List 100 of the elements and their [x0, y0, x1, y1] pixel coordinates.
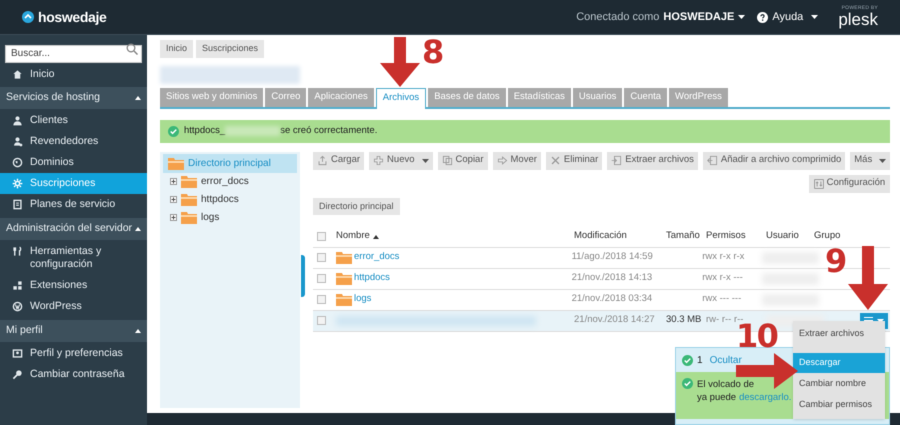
table-cell-text: 11/ago./2018 14:59 — [572, 250, 654, 264]
check-circle-icon — [682, 378, 693, 389]
wordpress-icon — [12, 301, 23, 312]
column-header[interactable]: Nombre — [336, 229, 574, 244]
menu-item[interactable]: Cambiar nombre — [793, 374, 885, 394]
hide-link[interactable]: Ocultar — [710, 352, 742, 368]
key-icon — [12, 369, 23, 380]
arrow-icon — [496, 155, 508, 166]
checkbox[interactable] — [317, 274, 326, 283]
globe-icon — [12, 157, 23, 168]
annotation-arrow-icon — [380, 37, 420, 87]
check-circle-icon — [168, 126, 179, 136]
sort-arrow-icon — [372, 234, 379, 238]
notification-count: 1 — [697, 354, 703, 368]
sidebar-item[interactable]: Clientes — [0, 110, 147, 131]
connected-label: Conectado como — [576, 10, 660, 25]
table-row[interactable]: logs 21/nov./2018 03:34 rwx --- --- — [313, 290, 821, 310]
person-icon — [12, 115, 23, 126]
id-card-icon — [12, 348, 23, 359]
table-cell-text: rwx r-x r-x — [702, 250, 746, 264]
settings-icon — [814, 178, 824, 188]
tree-item[interactable]: error_docs — [181, 174, 249, 189]
sidebar-item[interactable]: Extensiones — [0, 275, 147, 296]
annotation-number: 9 — [825, 246, 846, 276]
toolbar-button[interactable]: Más — [850, 152, 890, 170]
blocks-icon — [12, 280, 23, 291]
folder-link[interactable]: logs — [354, 292, 372, 307]
gear-icon — [12, 178, 23, 189]
tree-item[interactable]: logs — [181, 210, 220, 225]
toolbar-button[interactable]: Mover — [492, 152, 541, 170]
panel-collapse-handle[interactable] — [301, 254, 305, 296]
folder-link[interactable]: httpdocs — [354, 271, 390, 286]
annotation-arrow-icon — [848, 246, 888, 310]
tree-item[interactable]: httpdocs — [181, 192, 239, 207]
toolbar-button[interactable]: Eliminar — [546, 152, 602, 170]
sidebar-section-header[interactable]: Administración del servidor — [0, 218, 147, 240]
notification-text: ya puede — [697, 391, 736, 404]
toolbar-button[interactable]: Añadir a archivo comprimido — [702, 152, 846, 170]
copy-icon — [442, 155, 453, 166]
folder-icon — [181, 211, 197, 224]
caret-icon — [811, 15, 818, 19]
table-row[interactable]: error_docs 11/ago./2018 14:59 rwx r-x r-x — [313, 248, 821, 268]
table-cell-text: rwx --- --- — [702, 292, 742, 306]
notification-text: El volcado de — [697, 378, 756, 391]
blurred-name — [225, 126, 280, 136]
toolbar-button[interactable]: Cargar — [313, 152, 364, 170]
breadcrumb-link[interactable]: Suscripciones — [196, 40, 264, 58]
person-icon — [12, 136, 23, 147]
document-icon — [12, 199, 23, 210]
column-header[interactable]: Tamaño — [666, 229, 706, 244]
sidebar-item[interactable]: Herramientas y configuración — [0, 241, 147, 275]
sidebar-section-header[interactable]: Mi perfil — [0, 320, 147, 342]
sidebar-section-header[interactable]: Servicios de hosting — [0, 87, 147, 109]
sidebar-item[interactable]: Dominios — [0, 152, 147, 173]
help-menu[interactable]: Ayuda — [757, 8, 818, 26]
toolbar-button[interactable]: Extraer archivos — [607, 152, 698, 170]
folder-icon — [336, 251, 352, 264]
checkbox[interactable] — [317, 316, 326, 325]
sidebar-item[interactable]: Planes de servicio — [0, 194, 147, 215]
folder-icon — [168, 156, 184, 170]
path-breadcrumb[interactable]: Directorio principal — [313, 198, 400, 215]
sidebar-item[interactable]: Perfil y preferencias — [0, 343, 147, 364]
collapse-caret-icon — [135, 96, 141, 100]
column-header[interactable]: Permisos — [706, 229, 766, 244]
menu-item[interactable]: Cambiar permisos — [793, 395, 885, 415]
collapse-caret-icon — [135, 329, 141, 333]
sidebar-item[interactable]: WordPress — [0, 296, 147, 317]
annotation-number: 8 — [422, 37, 443, 67]
table-cell-text: 21/nov./2018 03:34 — [572, 292, 654, 306]
sidebar-item[interactable]: Cambiar contraseña — [0, 364, 147, 385]
checkbox[interactable] — [317, 232, 326, 241]
sidebar-item[interactable]: Inicio — [0, 64, 147, 85]
toolbar-button[interactable]: Copiar — [438, 152, 488, 170]
expand-icon[interactable] — [170, 178, 177, 185]
folder-link[interactable]: error_docs — [354, 250, 400, 265]
check-circle-icon — [682, 354, 693, 366]
toolbar-button[interactable]: Nuevo — [369, 152, 433, 170]
expand-icon[interactable] — [170, 196, 177, 203]
house-icon — [12, 69, 23, 80]
checkbox[interactable] — [317, 295, 326, 304]
checkbox[interactable] — [317, 253, 326, 262]
breadcrumb-link[interactable]: Inicio — [160, 40, 194, 58]
column-header[interactable]: Usuario — [766, 229, 814, 244]
collapse-caret-icon — [135, 227, 141, 231]
extract-icon — [611, 155, 622, 166]
sidebar-item[interactable]: Revendedores — [0, 131, 147, 152]
cross-icon — [550, 155, 561, 166]
column-header[interactable]: Modificación — [574, 229, 666, 244]
logo-icon — [22, 11, 34, 23]
expand-icon[interactable] — [170, 214, 177, 221]
column-header[interactable]: Grupo — [814, 229, 864, 244]
help-icon — [757, 12, 768, 22]
plus-icon — [373, 155, 384, 166]
upload-icon — [317, 155, 328, 166]
search-field[interactable]: Buscar... — [5, 44, 142, 62]
table-row[interactable]: httpdocs 21/nov./2018 14:13 rwx r-x --- — [313, 268, 821, 288]
caret-icon — [738, 15, 746, 19]
settings-button[interactable]: Configuración — [808, 174, 890, 192]
user-menu[interactable]: HOSWEDAJE — [663, 8, 746, 26]
tab[interactable]: Archivos — [376, 88, 426, 108]
